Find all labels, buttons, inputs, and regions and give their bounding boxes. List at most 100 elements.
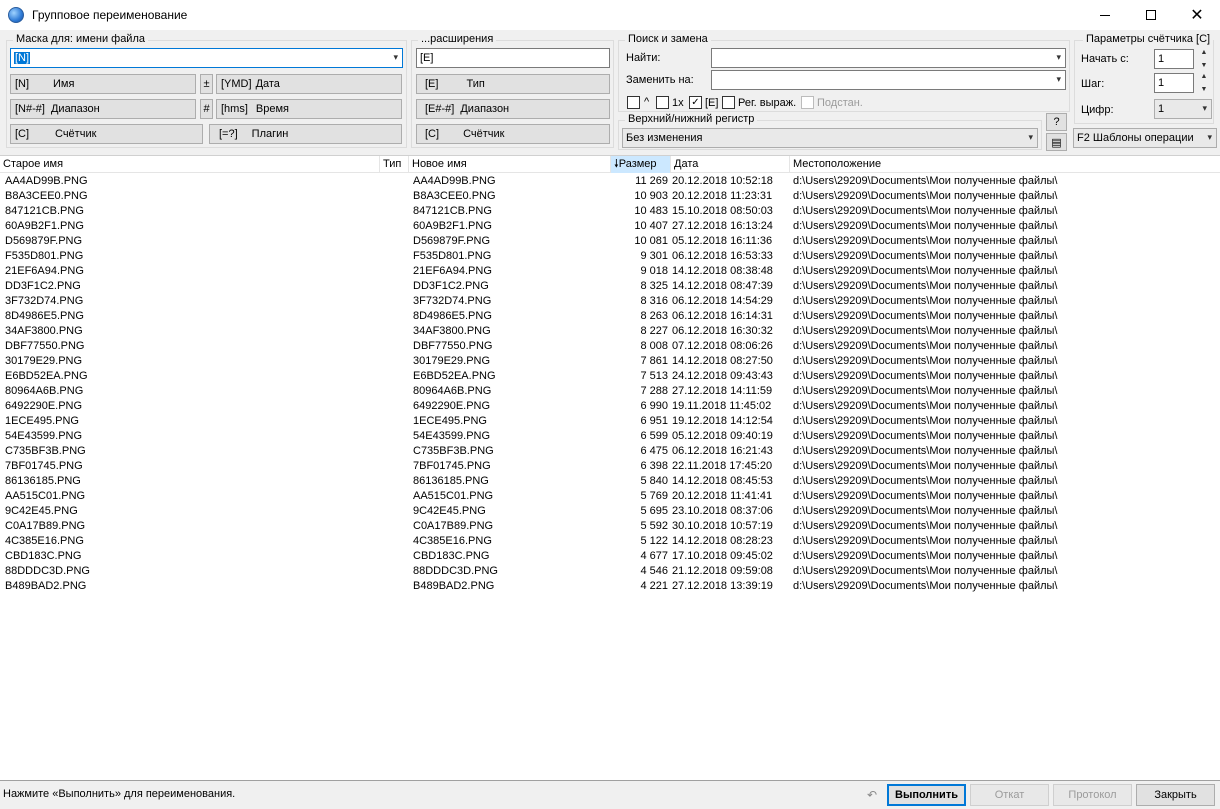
table-row[interactable]: 8D4986E5.PNG 8D4986E5.PNG 8 263 06.12.2018 … [0,309,1220,324]
plus-minus-button[interactable]: ± [200,74,213,94]
filename-mask-input[interactable]: [N] ▾ [10,48,403,68]
hash-button[interactable]: # [200,99,213,119]
chevron-down-icon[interactable]: ▾ [393,52,398,63]
ext-counter-button[interactable]: [C] Счётчик [416,124,610,144]
case-select[interactable]: Без изменения ▾ [622,128,1038,148]
log-button[interactable]: Протокол [1053,784,1132,806]
table-row[interactable]: 3F732D74.PNG 3F732D74.PNG 8 316 06.12.2018 … [0,294,1220,309]
old-name-cell: E6BD52EA.PNG [5,370,88,382]
subst-checkbox[interactable] [801,96,814,109]
column-old-name[interactable]: Старое имя [0,156,380,173]
table-row[interactable]: C0A17B89.PNG C0A17B89.PNG 5 592 30.10.2018 … [0,519,1220,534]
table-row[interactable]: F535D801.PNG F535D801.PNG 9 301 06.12.2018 … [0,249,1220,264]
table-row[interactable]: 60A9B2F1.PNG 60A9B2F1.PNG 10 407 27.12.2018… [0,219,1220,234]
table-row[interactable]: 9C42E45.PNG 9C42E45.PNG 5 695 23.10.2018 08… [0,504,1220,519]
ext-checkbox[interactable]: ✓ [689,96,702,109]
run-button[interactable]: Выполнить [887,784,966,806]
counter-step-spinner[interactable]: ▲ ▼ [1197,73,1211,93]
mask-counter-button[interactable]: [C] Счётчик [10,124,203,144]
size-cell: 6 951 [640,415,668,427]
table-row[interactable]: B8A3CEE0.PNG B8A3CEE0.PNG 10 903 20.12.2018… [0,189,1220,204]
size-cell: 7 513 [640,370,668,382]
close-icon[interactable]: ✕ [1174,0,1220,30]
table-row[interactable]: 80964A6B.PNG 80964A6B.PNG 7 288 27.12.2018 … [0,384,1220,399]
table-row[interactable]: CBD183C.PNG CBD183C.PNG 4 677 17.10.2018 09… [0,549,1220,564]
table-row[interactable]: 88DDDC3D.PNG 88DDDC3D.PNG 4 546 21.12.2018 … [0,564,1220,579]
table-row[interactable]: D569879F.PNG D569879F.PNG 10 081 05.12.2018… [0,234,1220,249]
mask-range-button[interactable]: [N#-#] Диапазон [10,99,196,119]
table-row[interactable]: 21EF6A94.PNG 21EF6A94.PNG 9 018 14.12.2018 … [0,264,1220,279]
new-name-cell: 34AF3800.PNG [413,325,491,337]
counter-step-input[interactable]: 1 [1154,73,1194,93]
close-button[interactable]: Закрыть [1136,784,1215,806]
caret-checkbox[interactable] [627,96,640,109]
mask-time-button[interactable]: [hms] Время [216,99,402,119]
regex-checkbox[interactable] [722,96,735,109]
size-cell: 5 840 [640,475,668,487]
counter-digits-select[interactable]: 1 ▾ [1154,99,1212,119]
column-new-name[interactable]: Новое имя [409,156,611,173]
status-bar: Нажмите «Выполнить» для переименования. … [0,782,1220,809]
extension-mask-input[interactable]: [E] [416,48,610,68]
ext-type-button[interactable]: [E] Тип [416,74,610,94]
counter-start-input[interactable]: 1 [1154,49,1194,69]
button-label: Дата [255,78,280,90]
find-input[interactable]: ▾ [711,48,1066,68]
button-label: Имя [53,78,75,90]
table-row[interactable]: AA515C01.PNG AA515C01.PNG 5 769 20.12.2018 … [0,489,1220,504]
table-row[interactable]: 7BF01745.PNG 7BF01745.PNG 6 398 22.11.2018 … [0,459,1220,474]
filename-mask-title: Маска для: имени файла [13,33,148,45]
table-row[interactable]: 4C385E16.PNG 4C385E16.PNG 5 122 14.12.2018 … [0,534,1220,549]
table-row[interactable]: E6BD52EA.PNG E6BD52EA.PNG 7 513 24.12.2018 … [0,369,1220,384]
rollback-button[interactable]: Откат [970,784,1049,806]
file-list[interactable]: Старое имя Тип Новое имя 🠗Размер Дата Ме… [0,155,1220,781]
table-row[interactable]: 30179E29.PNG 30179E29.PNG 7 861 14.12.2018 … [0,354,1220,369]
mask-name-button[interactable]: [N] Имя [10,74,196,94]
chevron-down-icon[interactable]: ▾ [1056,52,1061,63]
table-row[interactable]: 34AF3800.PNG 34AF3800.PNG 8 227 06.12.2018 … [0,324,1220,339]
old-name-cell: 1ECE495.PNG [5,415,79,427]
old-name-cell: B8A3CEE0.PNG [5,190,88,202]
edit-list-button[interactable]: ▤ [1046,133,1067,151]
mask-plugin-button[interactable]: [=?] Плагин [209,124,402,144]
table-row[interactable]: B489BAD2.PNG B489BAD2.PNG 4 221 27.12.2018 … [0,579,1220,594]
column-date[interactable]: Дата [671,156,790,173]
column-type[interactable]: Тип [380,156,409,173]
column-location[interactable]: Местоположение [790,156,1220,173]
chevron-down-icon[interactable]: ▾ [1207,132,1212,143]
maximize-icon[interactable] [1128,0,1174,30]
location-cell: d:\Users\29209\Documents\Мои полученные … [793,265,1058,277]
table-row[interactable]: AA4AD99B.PNG AA4AD99B.PNG 11 269 20.12.2018… [0,174,1220,189]
new-name-cell: 88DDDC3D.PNG [413,565,498,577]
templates-select[interactable]: F2 Шаблоны операции ▾ [1073,128,1217,148]
location-cell: d:\Users\29209\Documents\Мои полученные … [793,355,1058,367]
date-cell: 20.12.2018 11:41:41 [672,490,773,502]
location-cell: d:\Users\29209\Documents\Мои полученные … [793,445,1058,457]
once-checkbox[interactable] [656,96,669,109]
search-replace-title: Поиск и замена [625,33,711,45]
table-row[interactable]: 54E43599.PNG 54E43599.PNG 6 599 05.12.2018 … [0,429,1220,444]
close-label: Закрыть [1154,789,1197,801]
templates-value: F2 Шаблоны операции [1077,132,1194,144]
table-row[interactable]: C735BF3B.PNG C735BF3B.PNG 6 475 06.12.2018 … [0,444,1220,459]
counter-start-spinner[interactable]: ▲ ▼ [1197,49,1211,69]
old-name-cell: C735BF3B.PNG [5,445,86,457]
minimize-icon[interactable] [1082,0,1128,30]
chevron-down-icon[interactable]: ▾ [1056,74,1061,85]
mask-date-button[interactable]: [YMD] Дата [216,74,402,94]
table-row[interactable]: 86136185.PNG 86136185.PNG 5 840 14.12.2018 … [0,474,1220,489]
table-row[interactable]: DD3F1C2.PNG DD3F1C2.PNG 8 325 14.12.2018 08… [0,279,1220,294]
table-row[interactable]: DBF77550.PNG DBF77550.PNG 8 008 07.12.2018 … [0,339,1220,354]
table-row[interactable]: 847121CB.PNG 847121CB.PNG 10 483 15.10.2018… [0,204,1220,219]
column-size[interactable]: 🠗Размер [611,156,671,173]
help-button[interactable]: ? [1046,113,1067,131]
undo-icon[interactable]: ↶ [862,786,882,804]
button-code: [C] [425,128,440,140]
table-row[interactable]: 1ECE495.PNG 1ECE495.PNG 6 951 19.12.2018 14… [0,414,1220,429]
table-row[interactable]: 6492290E.PNG 6492290E.PNG 6 990 19.11.2018 … [0,399,1220,414]
ext-range-button[interactable]: [E#-#] Диапазон [416,99,610,119]
chevron-down-icon[interactable]: ▾ [1028,132,1033,143]
replace-input[interactable]: ▾ [711,70,1066,90]
chevron-down-icon[interactable]: ▾ [1202,103,1207,114]
new-name-cell: C0A17B89.PNG [413,520,494,532]
